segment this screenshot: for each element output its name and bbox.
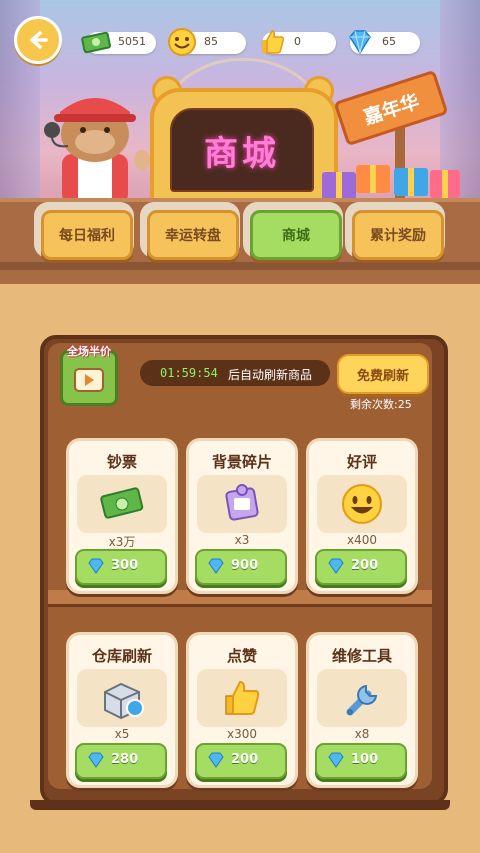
diamond-icon (328, 752, 344, 768)
item-quantity: x400 (346, 533, 377, 547)
shop-item-card-good-review[interactable]: 好评 x400 200 (306, 438, 418, 594)
warehouse-box-icon (104, 682, 144, 720)
diamond-icon (88, 752, 104, 768)
item-image (317, 475, 407, 533)
carnival-sign-text: 嘉年华 (360, 90, 422, 129)
diamond-icon (208, 752, 224, 768)
shop-item-card-repair-tool[interactable]: 维修工具 x8 100 (306, 632, 418, 788)
item-price: 100 (351, 752, 379, 767)
capybara-shopkeeper-mascot (44, 98, 150, 204)
item-name: 点赞 (226, 647, 257, 665)
video-play-icon (74, 368, 104, 392)
item-image (197, 669, 287, 727)
thumbs-up-icon (225, 680, 260, 715)
item-price: 200 (231, 752, 259, 767)
item-quantity: x3 (234, 533, 250, 547)
cash-icon (100, 487, 144, 519)
diamond-icon (349, 30, 371, 55)
smile-value: 85 (204, 35, 218, 48)
refresh-timer-text: 后自动刷新商品 (228, 368, 313, 382)
puzzle-piece-icon (225, 484, 259, 521)
buy-button[interactable]: 200 (195, 743, 287, 779)
likes-value: 0 (294, 35, 301, 48)
smile-icon (168, 28, 196, 56)
cash-value: 5051 (118, 35, 146, 48)
shop-sign-screen: 商城 (170, 108, 314, 192)
tab-cumulative-rewards[interactable]: 累计奖励 (352, 210, 444, 260)
gift-box-icon (356, 165, 390, 193)
tab-daily-welfare[interactable]: 每日福利 (41, 210, 133, 260)
gift-box-icon (322, 172, 356, 200)
item-price: 300 (111, 558, 139, 573)
item-image (77, 475, 167, 533)
buy-button[interactable]: 280 (75, 743, 167, 779)
buy-button[interactable]: 900 (195, 549, 287, 585)
item-name: 钞票 (106, 453, 137, 471)
tab-bar-rail (0, 262, 480, 270)
diamond-icon (208, 558, 224, 574)
tab-lucky-wheel[interactable]: 幸运转盘 (147, 210, 239, 260)
item-quantity: x8 (354, 727, 370, 741)
item-quantity: x5 (114, 727, 130, 741)
diamond-icon (328, 558, 344, 574)
item-quantity: x300 (226, 727, 257, 741)
smile-icon (342, 484, 382, 524)
refresh-countdown: 01:59:54 (160, 366, 218, 380)
item-quantity: x3万 (108, 535, 136, 549)
wrench-icon (346, 684, 378, 716)
item-image (77, 669, 167, 727)
gift-box-icon (394, 168, 428, 196)
smile-counter: 85 (168, 28, 246, 56)
remaining-refresh-count: 剩余次数:25 (350, 398, 412, 411)
back-arrow-icon (30, 31, 48, 49)
item-name: 维修工具 (331, 647, 392, 665)
diamond-icon (88, 558, 104, 574)
item-price: 200 (351, 558, 379, 573)
item-price: 280 (111, 752, 139, 767)
shop-item-card-like[interactable]: 点赞 x300 200 (186, 632, 298, 788)
item-name: 背景碎片 (211, 453, 272, 471)
item-price: 900 (231, 558, 259, 573)
diamond-counter: 65 (349, 30, 420, 55)
gift-box-icon (430, 170, 460, 198)
likes-counter: 0 (262, 30, 336, 54)
tab-shop[interactable]: 商城 (250, 210, 342, 260)
shop-item-card-warehouse-refresh[interactable]: 仓库刷新 x5 280 (66, 632, 178, 788)
buy-button[interactable]: 200 (315, 549, 407, 585)
item-name: 好评 (346, 453, 377, 471)
free-refresh-button[interactable]: 免费刷新 (337, 354, 429, 394)
diamond-value: 65 (382, 35, 396, 48)
shop-item-card-cash[interactable]: 钞票 x3万 300 (66, 438, 178, 594)
cash-icon (81, 31, 112, 54)
shop-item-card-background-fragment[interactable]: 背景碎片 x3 900 (186, 438, 298, 594)
back-button[interactable] (14, 16, 62, 64)
thumbs-up-icon (262, 30, 285, 54)
shelf-base (30, 800, 450, 810)
buy-button[interactable]: 100 (315, 743, 407, 779)
shop-sign-title: 商城 (204, 133, 280, 174)
item-image (197, 475, 287, 533)
item-image (317, 669, 407, 727)
cash-counter: 5051 (81, 31, 156, 54)
item-name: 仓库刷新 (91, 647, 152, 665)
buy-button[interactable]: 300 (75, 549, 167, 585)
half-price-video-badge[interactable]: 全场半价 (60, 345, 118, 406)
